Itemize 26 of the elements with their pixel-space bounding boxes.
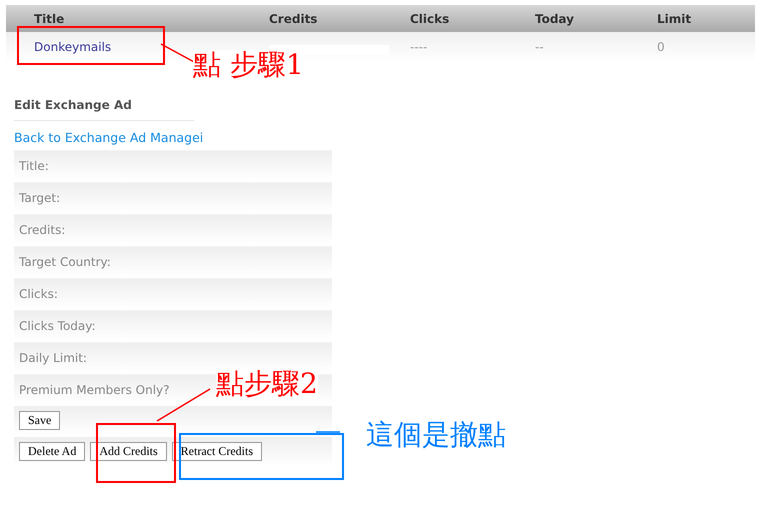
field-label: Credits: (19, 222, 66, 236)
annotation-note: 這個是撤點 (366, 420, 506, 451)
field-label: Clicks: (19, 286, 58, 300)
field-label: Daily Limit: (19, 350, 87, 364)
column-header: Limit (657, 12, 692, 26)
action-button[interactable]: Retract Credits (172, 442, 262, 461)
column-header: Clicks (410, 12, 450, 26)
table-cell: -- (535, 40, 544, 54)
action-button[interactable]: Add Credits (90, 442, 167, 461)
section-heading: Edit Exchange Ad (14, 98, 194, 121)
leader-line (316, 431, 340, 433)
back-link[interactable]: Back to Exchange Ad Managei (14, 130, 332, 145)
annotation-note: 點 步驟1 (193, 50, 304, 81)
column-header: Credits (269, 12, 318, 26)
field-label: Target Country: (19, 254, 111, 268)
column-header: Title (34, 12, 66, 26)
save-button[interactable]: Save (19, 411, 60, 430)
column-header: Today (535, 12, 575, 26)
annotation-note: 點步驟2 (216, 369, 318, 400)
field-label: Target: (19, 190, 60, 204)
field-label: Clicks Today: (19, 318, 96, 332)
field-label: Title: (19, 158, 49, 172)
table-cell: 0 (657, 40, 665, 54)
action-button[interactable]: Delete Ad (19, 442, 86, 461)
field-label: Premium Members Only? (19, 382, 170, 396)
table-cell: ---- (410, 40, 428, 54)
